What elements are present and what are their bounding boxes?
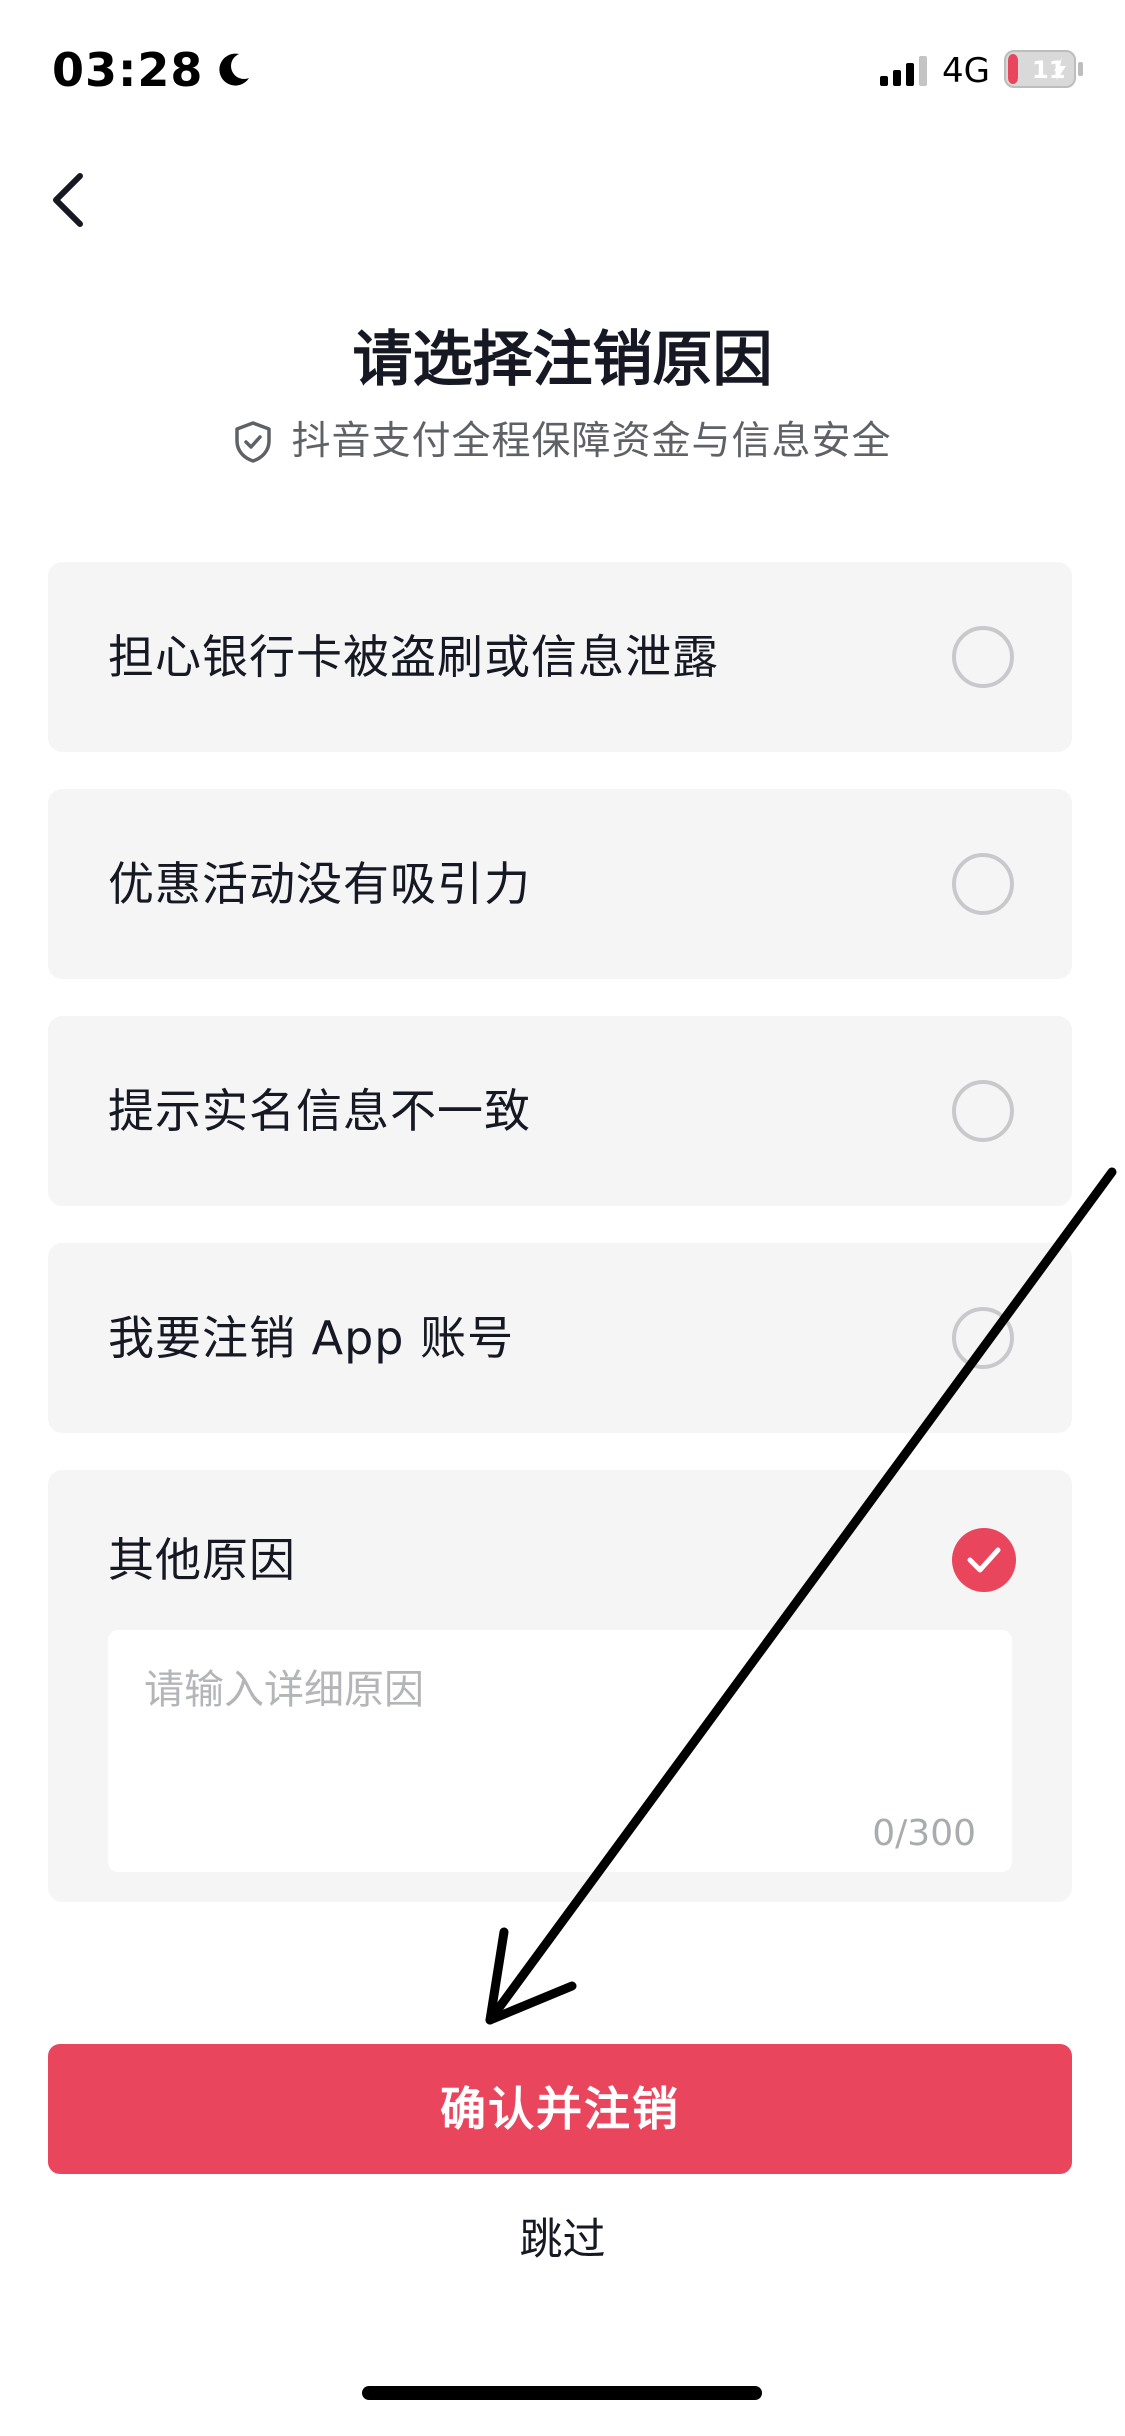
radio-button[interactable] — [952, 1307, 1014, 1369]
confirm-cancel-button[interactable]: 确认并注销 — [48, 2044, 1072, 2174]
radio-button[interactable] — [952, 853, 1014, 915]
reason-option-card-leak[interactable]: 担心银行卡被盗刷或信息泄露 — [48, 562, 1072, 752]
radio-button[interactable] — [952, 1080, 1014, 1142]
reason-detail-input[interactable] — [144, 1660, 974, 1720]
shield-check-icon — [235, 421, 272, 463]
battery-icon: 11 — [1004, 50, 1084, 88]
reason-option-label: 担心银行卡被盗刷或信息泄露 — [108, 630, 719, 684]
reason-option-label: 提示实名信息不一致 — [108, 1084, 531, 1138]
chevron-left-icon — [53, 173, 83, 227]
status-bar-time: 03:28 — [52, 38, 253, 102]
security-note-text: 抖音支付全程保障资金与信息安全 — [291, 419, 892, 464]
network-type-label: 4G — [942, 51, 990, 91]
page-title: 请选择注销原因 — [352, 325, 773, 395]
home-indicator — [362, 2386, 762, 2400]
reason-option-label: 我要注销 App 账号 — [108, 1311, 515, 1365]
skip-link[interactable]: 跳过 — [0, 2208, 1125, 2272]
reason-option-other[interactable]: 其他原因 0/300 — [48, 1470, 1072, 1902]
checkmark-icon — [967, 1547, 1001, 1573]
char-counter: 0/300 — [872, 1813, 976, 1854]
back-button[interactable] — [40, 160, 104, 236]
moon-icon — [219, 53, 250, 86]
status-time-text: 03:28 — [52, 43, 204, 97]
radio-button[interactable] — [952, 626, 1014, 688]
reason-option-promotion[interactable]: 优惠活动没有吸引力 — [48, 789, 1072, 979]
cellular-signal-icon — [880, 56, 927, 86]
reason-option-label: 其他原因 — [108, 1533, 296, 1587]
reason-option-label: 优惠活动没有吸引力 — [108, 857, 531, 911]
reason-textarea-container[interactable]: 0/300 — [108, 1630, 1012, 1872]
radio-button-checked[interactable] — [952, 1528, 1016, 1592]
reason-option-realname[interactable]: 提示实名信息不一致 — [48, 1016, 1072, 1206]
security-note: 抖音支付全程保障资金与信息安全 — [0, 414, 1125, 470]
reason-option-cancel-app[interactable]: 我要注销 App 账号 — [48, 1243, 1072, 1433]
